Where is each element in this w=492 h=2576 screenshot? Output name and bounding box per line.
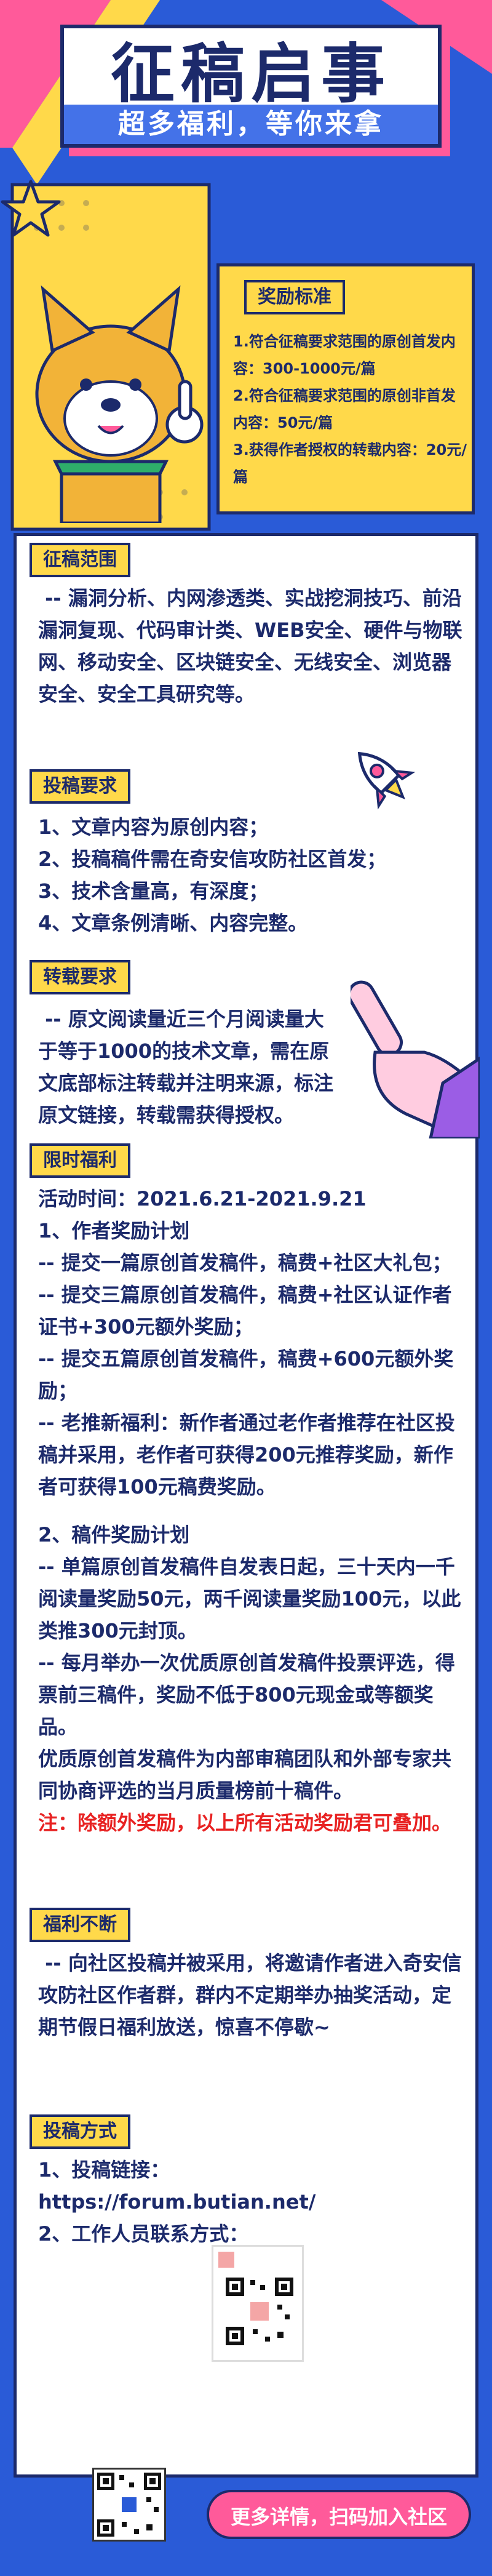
requirements-list: 1、文章内容为原创内容； 2、投稿稿件需在奇安信攻防社区首发； 3、技术含量高，…: [38, 811, 462, 939]
join-community-button[interactable]: 更多详情，扫码加入社区: [207, 2490, 471, 2539]
activity-period: 活动时间：2021.6.21-2021.9.21: [38, 1187, 367, 1210]
reward-standard-panel: 奖励标准 1.符合征稿要求范围的原创首发内容：300-1000元/篇 2.符合征…: [216, 263, 475, 514]
requirement-item: 2、投稿稿件需在奇安信攻防社区首发；: [38, 847, 387, 871]
requirement-item: 4、文章条例清晰、内容完整。: [38, 911, 308, 935]
requirement-item: 1、文章内容为原创内容；: [38, 815, 269, 839]
plan2-item: -- 每月举办一次优质原创首发稿件投票评选，得票前三稿件，奖励不低于800元现金…: [38, 1651, 455, 1738]
pointing-hand-icon: [351, 980, 480, 1138]
requirement-item: 3、技术含量高，有深度；: [38, 879, 269, 903]
limited-tag: 限时福利: [30, 1143, 130, 1178]
reward-standard-text: 1.符合征稿要求范围的原创首发内容：300-1000元/篇 2.符合征稿要求范围…: [233, 333, 467, 486]
community-qr-code-icon: [97, 2473, 161, 2537]
ongoing-tag: 福利不断: [30, 1908, 130, 1942]
plan1-item: -- 老推新福利：新作者通过老作者推荐在社区投稿并采用，老作者可获得200元推荐…: [38, 1411, 455, 1498]
plan2-item: 优质原创首发稿件为内部审稿团队和外部专家共同协商评选的当月质量榜前十稿件。: [38, 1747, 452, 1802]
page-subtitle: 超多福利，等你来拿: [64, 105, 438, 144]
repost-text: -- 原文阅读量近三个月阅读量大于等于1000的技术文章，需在原文底部标注转载并…: [38, 1007, 334, 1127]
page-title: 征稿启事: [110, 36, 391, 111]
submit-content: 1、投稿链接： https://forum.butian.net/ 2、工作人员…: [38, 2154, 462, 2250]
submit-link[interactable]: https://forum.butian.net/: [38, 2186, 462, 2218]
community-qr-card[interactable]: [92, 2468, 166, 2542]
plan1-item: -- 提交一篇原创首发稿件，稿费+社区大礼包；: [38, 1251, 452, 1274]
contact-qr-card[interactable]: [212, 2245, 304, 2362]
plan1-title: 1、作者奖励计划: [38, 1219, 190, 1242]
avatar: [218, 2252, 234, 2268]
contact-qr-code-icon: [226, 2278, 293, 2345]
page: { "header": { "title": "征稿启事", "subtitle…: [0, 0, 492, 2576]
stacking-note: 注：除额外奖励，以上所有活动奖励君可叠加。: [38, 1811, 452, 1834]
submit-link-label: 1、投稿链接：: [38, 2158, 170, 2182]
reward-standard-tag: 奖励标准: [244, 280, 345, 314]
plan1-item: -- 提交五篇原创首发稿件，稿费+600元额外奖励；: [38, 1347, 454, 1402]
limited-content: 活动时间：2021.6.21-2021.9.21 1、作者奖励计划 -- 提交一…: [38, 1183, 462, 1839]
submit-tag: 投稿方式: [30, 2114, 130, 2149]
star-icon: [1, 180, 61, 237]
repost-tag: 转载要求: [30, 960, 130, 994]
ongoing-text: -- 向社区投稿并被采用，将邀请作者进入奇安信攻防社区作者群，群内不定期举办抽奖…: [38, 1951, 462, 2039]
scope-tag: 征稿范围: [30, 543, 130, 577]
dog-mascot-icon: [35, 285, 204, 523]
rocket-icon: [357, 751, 416, 810]
plan2-title: 2、稿件奖励计划: [38, 1523, 190, 1546]
plan1-item: -- 提交三篇原创首发稿件，稿费+社区认证作者证书+300元额外奖励；: [38, 1283, 452, 1338]
plan2-item: -- 单篇原创首发稿件自发表日起，三十天内一千阅读量奖励50元，两千阅读量奖励1…: [38, 1555, 461, 1642]
requirements-tag: 投稿要求: [30, 769, 130, 804]
scope-text: -- 漏洞分析、内网渗透类、实战挖洞技巧、前沿漏洞复现、代码审计类、WEB安全、…: [38, 586, 462, 706]
title-card: 征稿启事 超多福利，等你来拿: [60, 25, 442, 148]
